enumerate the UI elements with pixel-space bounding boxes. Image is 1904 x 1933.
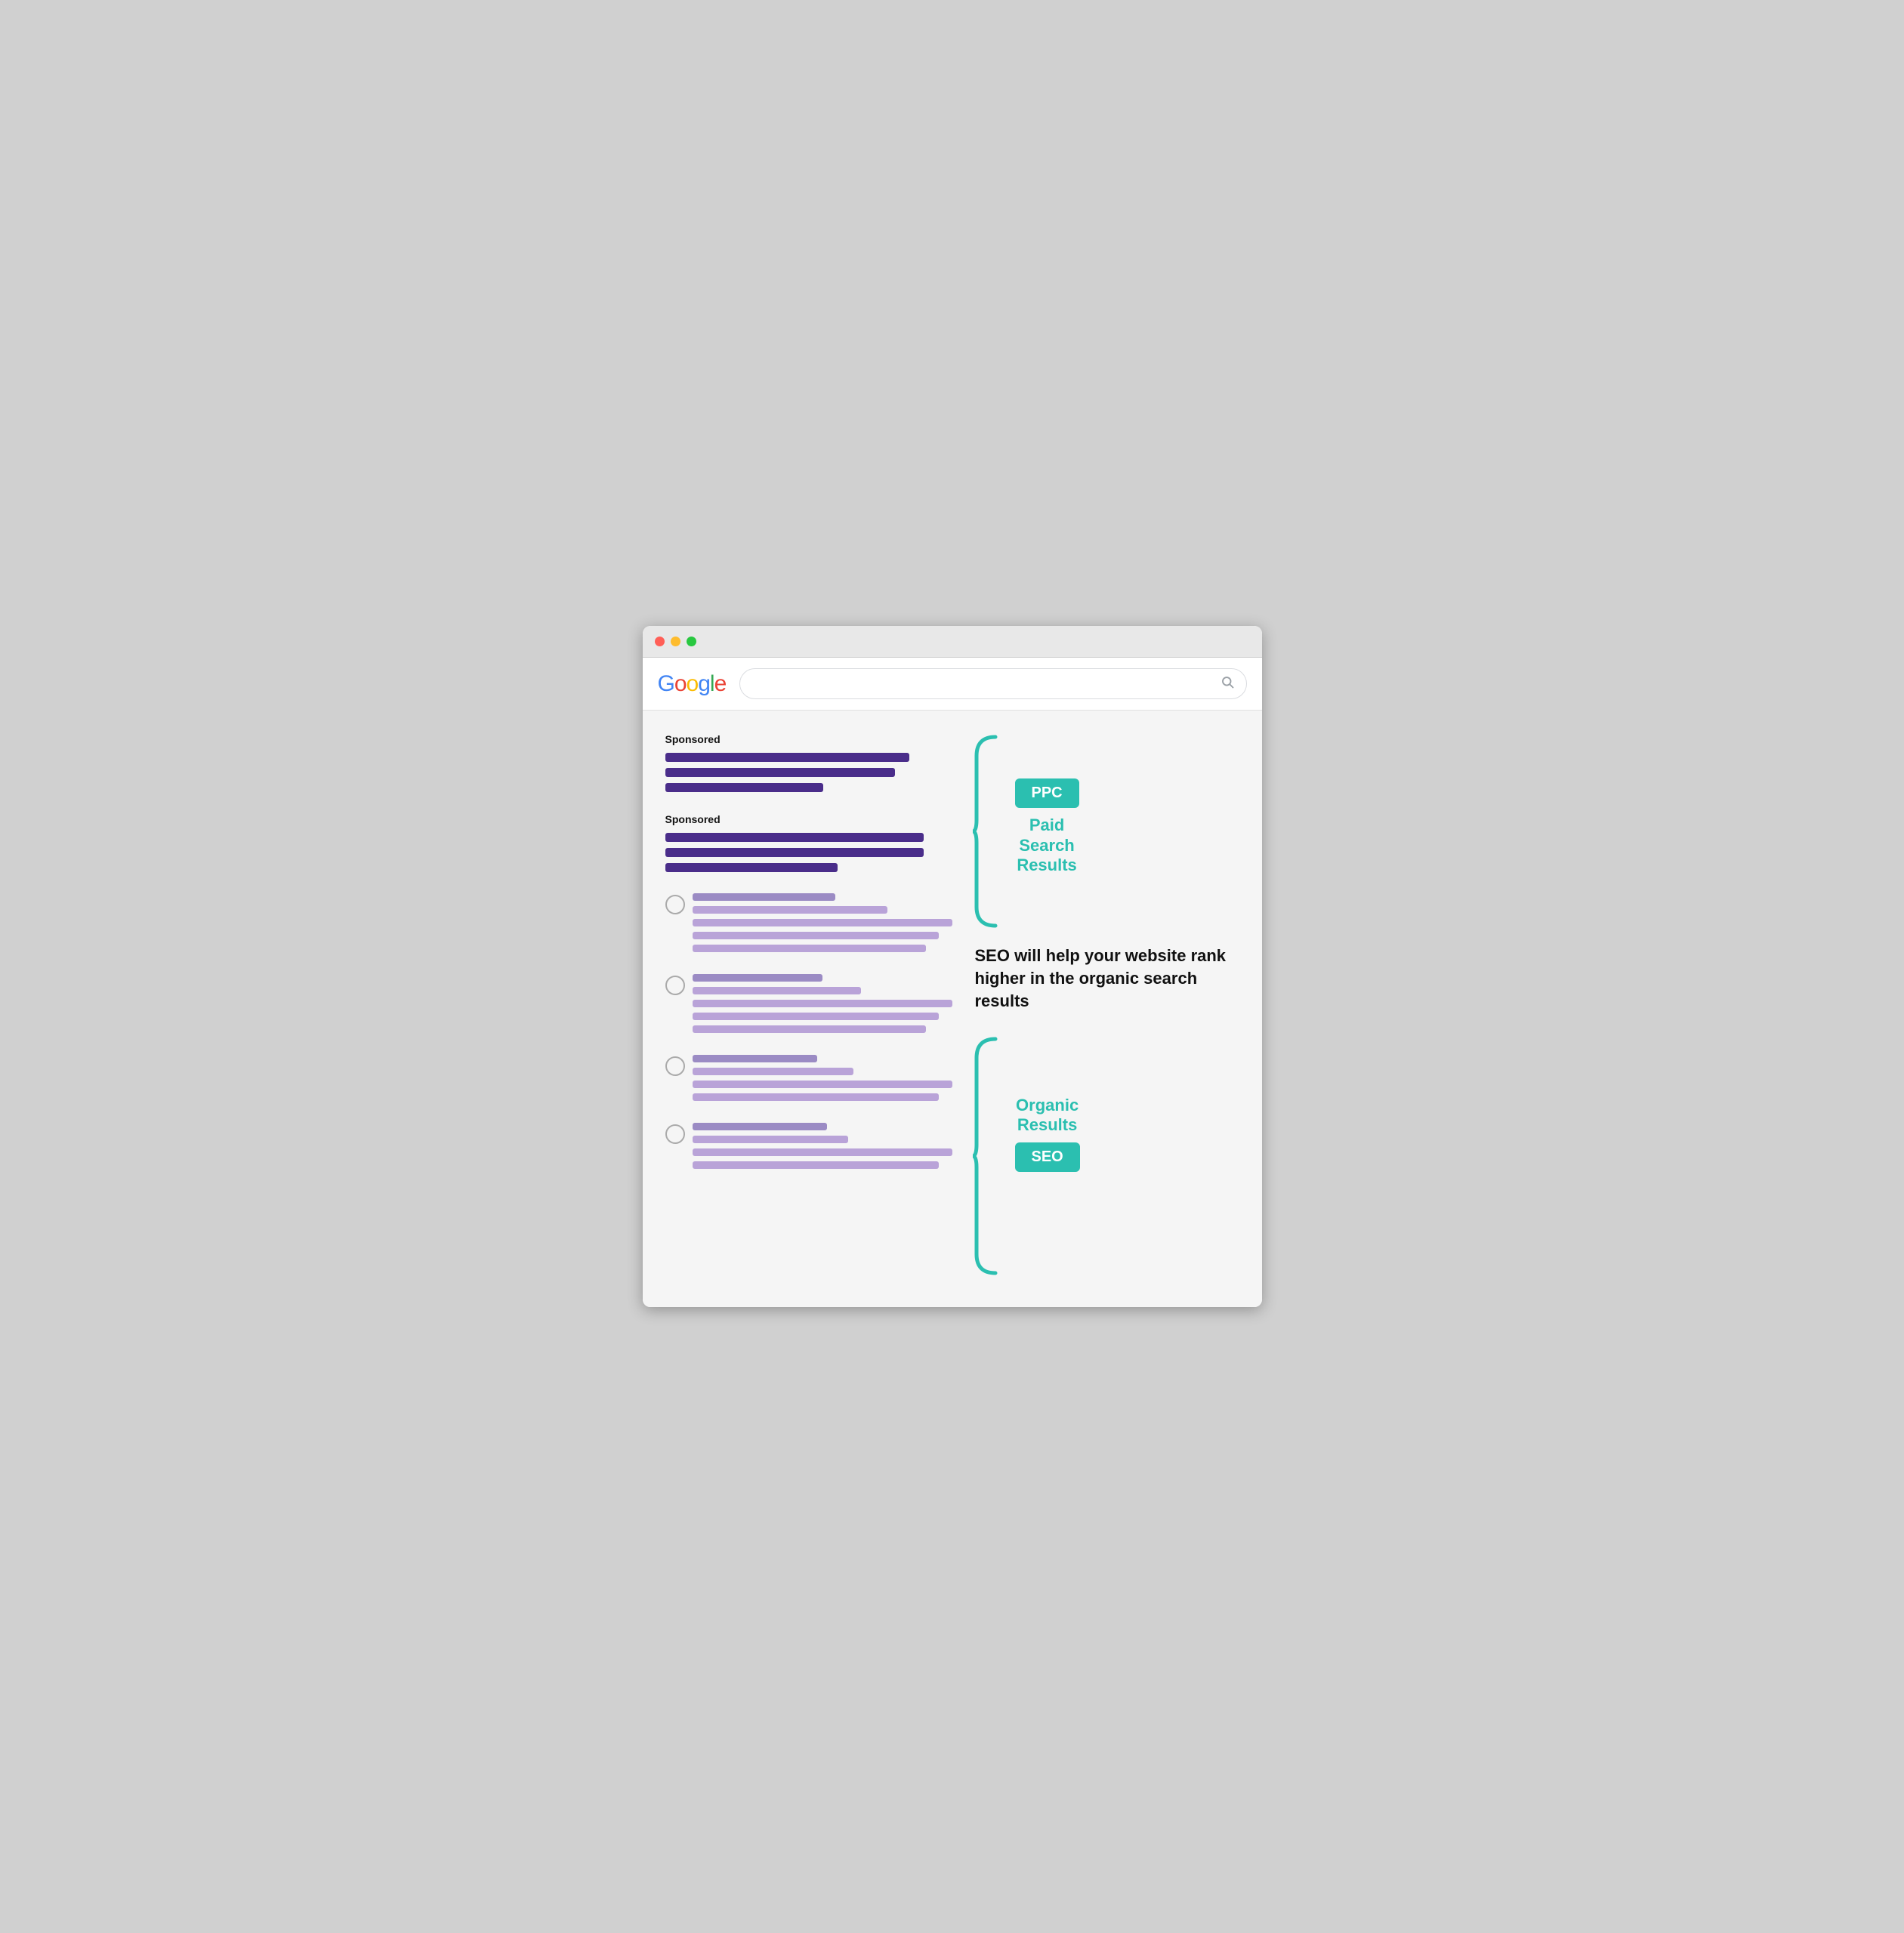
result-circle — [665, 1124, 685, 1144]
result-lines — [693, 893, 952, 957]
close-button[interactable] — [655, 637, 665, 646]
left-panel: Sponsored Sponsored — [665, 733, 952, 1276]
browser-window: Google Sponsored Sponso — [643, 626, 1262, 1306]
result-line-title — [693, 893, 835, 901]
browser-content: Sponsored Sponsored — [643, 711, 1262, 1306]
organic-bracket — [967, 1035, 1009, 1277]
result-line-title — [693, 1055, 817, 1062]
organic-section — [665, 893, 952, 1174]
result-line-body — [693, 1025, 927, 1033]
ppc-badge: PPC — [1015, 778, 1079, 808]
ad-line — [665, 753, 909, 762]
sponsored-label-2: Sponsored — [665, 813, 952, 825]
result-line-body — [693, 1013, 940, 1020]
organic-result-1 — [665, 893, 952, 957]
result-circle — [665, 895, 685, 914]
organic-result-4 — [665, 1123, 952, 1174]
search-bar[interactable] — [739, 668, 1246, 699]
ad-line — [665, 833, 924, 842]
sponsored-section-1: Sponsored — [665, 733, 952, 792]
ppc-text: Paid Search Results — [1015, 815, 1079, 875]
sponsored-label-1: Sponsored — [665, 733, 952, 745]
result-line-sub — [693, 906, 887, 914]
result-lines — [693, 974, 952, 1038]
organic-badge-text: Organic Results — [1015, 1096, 1080, 1136]
ppc-bracket — [967, 733, 1009, 930]
search-icon — [1220, 675, 1234, 692]
result-line-sub — [693, 1068, 853, 1075]
result-line-body — [693, 1093, 940, 1101]
browser-titlebar — [643, 626, 1262, 658]
maximize-button[interactable] — [687, 637, 696, 646]
organic-result-3 — [665, 1055, 952, 1106]
result-line-body — [693, 919, 952, 926]
seo-description: SEO will help your website rank higher i… — [975, 945, 1239, 1012]
search-input[interactable] — [752, 677, 1214, 690]
result-line-title — [693, 1123, 828, 1130]
ad-line — [665, 848, 924, 857]
result-line-body — [693, 1000, 952, 1007]
browser-header: Google — [643, 658, 1262, 711]
ad-line — [665, 768, 895, 777]
seo-badge: SEO — [1015, 1142, 1080, 1172]
result-line-title — [693, 974, 822, 982]
ppc-bracket-svg — [969, 733, 1007, 930]
result-line-body — [693, 1161, 940, 1169]
result-line-body — [693, 932, 940, 939]
result-line-sub — [693, 1136, 848, 1143]
ppc-labels: PPC Paid Search Results — [1015, 733, 1079, 875]
organic-result-2 — [665, 974, 952, 1038]
organic-labels: Organic Results SEO — [1015, 1035, 1080, 1173]
result-line-body — [693, 1148, 952, 1156]
ad-line — [665, 863, 838, 872]
ad-line — [665, 783, 823, 792]
google-logo: Google — [658, 671, 727, 697]
right-panel: PPC Paid Search Results SEO will help yo… — [967, 733, 1239, 1276]
result-lines — [693, 1123, 952, 1174]
result-line-sub — [693, 987, 862, 994]
result-circle — [665, 1056, 685, 1076]
result-line-body — [693, 1081, 952, 1088]
organic-bracket-svg — [969, 1035, 1007, 1277]
sponsored-section-2: Sponsored — [665, 813, 952, 872]
result-line-body — [693, 945, 927, 952]
minimize-button[interactable] — [671, 637, 680, 646]
result-lines — [693, 1055, 952, 1106]
result-circle — [665, 976, 685, 995]
